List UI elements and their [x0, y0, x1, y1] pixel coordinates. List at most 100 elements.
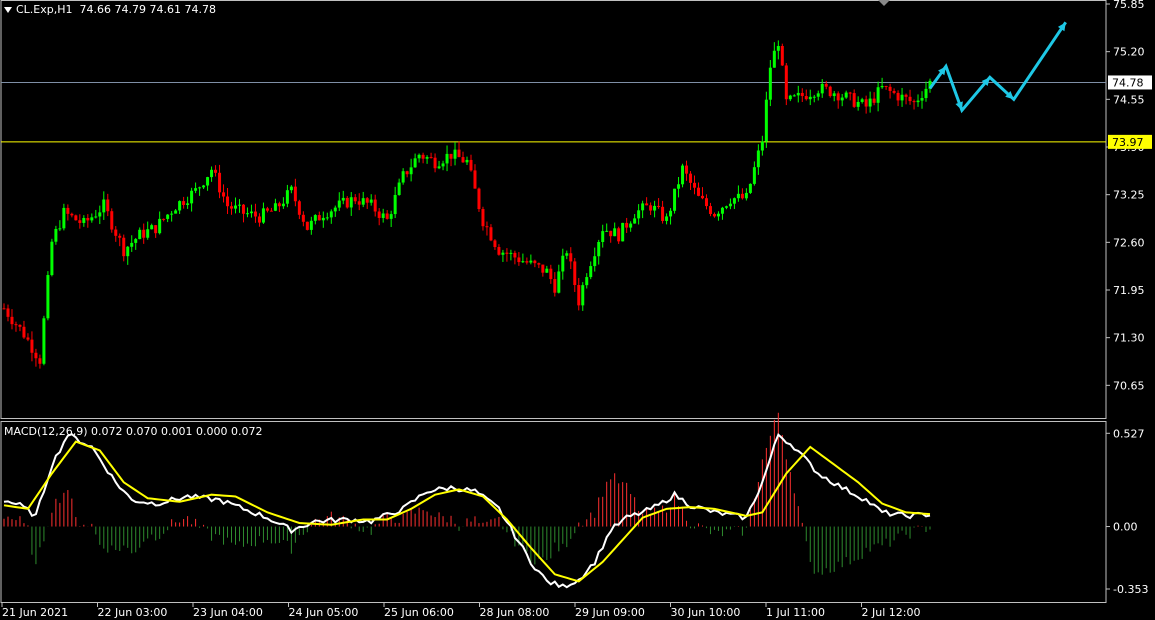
candle-body	[222, 192, 226, 197]
candle-body	[669, 210, 673, 217]
candle-body	[162, 218, 166, 220]
candle-body	[62, 207, 66, 229]
candle-body	[537, 263, 541, 265]
candle-body	[533, 260, 537, 264]
candle-body	[768, 67, 772, 100]
candle-body	[289, 186, 293, 191]
candle-body	[341, 197, 345, 201]
candle-body	[900, 94, 904, 101]
candle-body	[513, 252, 517, 258]
candle-body	[716, 213, 720, 217]
candle-body	[206, 177, 210, 186]
bid-price-label: 74.78	[1112, 76, 1144, 89]
candle-body	[94, 216, 98, 218]
candle-body	[677, 184, 681, 189]
candle-body	[784, 65, 788, 100]
candle-body	[485, 226, 489, 228]
candle-body	[776, 46, 780, 51]
candle-body	[569, 253, 573, 262]
candle-body	[505, 252, 509, 254]
candle-body	[633, 218, 637, 224]
candle-body	[425, 157, 429, 159]
candle-body	[389, 214, 393, 219]
candle-body	[756, 150, 760, 168]
price-tick-label: 73.25	[1113, 189, 1145, 202]
candle-body	[864, 99, 868, 107]
candle-body	[146, 229, 150, 238]
candle-body	[517, 257, 521, 263]
candle-body	[465, 159, 469, 163]
candle-body	[301, 214, 305, 222]
support-price-label: 73.97	[1112, 136, 1144, 149]
candle-body	[437, 166, 441, 169]
candle-body	[114, 229, 118, 236]
candle-body	[577, 285, 581, 306]
candle-body	[800, 92, 804, 97]
candle-body	[888, 86, 892, 91]
candle-body	[497, 247, 501, 255]
candle-body	[102, 199, 106, 213]
candle-body	[178, 201, 182, 211]
candle-body	[42, 318, 46, 364]
candle-body	[868, 98, 872, 107]
candle-body	[305, 221, 309, 230]
candle-body	[704, 198, 708, 207]
candle-body	[198, 187, 202, 189]
candle-body	[194, 188, 198, 191]
candle-body	[816, 93, 820, 97]
chevron-down-icon[interactable]	[4, 7, 12, 13]
time-tick-label: 24 Jun 05:00	[289, 606, 359, 619]
candle-body	[720, 207, 724, 214]
candle-body	[361, 198, 365, 205]
candle-body	[609, 230, 613, 237]
candle-body	[429, 157, 433, 159]
candle-body	[234, 205, 237, 209]
candle-body	[90, 217, 94, 221]
candle-body	[665, 216, 669, 221]
candle-body	[325, 217, 329, 219]
candle-body	[142, 229, 146, 238]
candle-body	[649, 205, 653, 211]
time-tick-label: 1 Jul 11:00	[766, 606, 825, 619]
candle-body	[916, 100, 920, 103]
candle-body	[78, 220, 82, 223]
candle-body	[357, 201, 361, 205]
candle-body	[329, 211, 333, 218]
candle-body	[828, 86, 832, 97]
candle-body	[333, 207, 337, 212]
candle-body	[321, 217, 325, 221]
candle-body	[796, 92, 800, 96]
candle-body	[489, 227, 493, 241]
candle-body	[605, 230, 609, 232]
time-tick-label: 21 Jun 2021	[2, 606, 68, 619]
candle-body	[509, 252, 513, 254]
time-tick-label: 29 Jun 09:00	[575, 606, 645, 619]
candle-body	[473, 170, 477, 189]
candle-body	[369, 199, 373, 203]
price-tick-label: 72.60	[1113, 236, 1145, 249]
candle-body	[673, 188, 677, 211]
candle-body	[449, 153, 453, 159]
candle-body	[860, 99, 864, 102]
candle-body	[281, 203, 285, 207]
candle-body	[365, 198, 369, 203]
trading-chart[interactable]: 75.8575.2074.5573.9073.2572.6071.9571.30…	[0, 0, 1155, 620]
candle-body	[700, 195, 704, 199]
candle-body	[253, 211, 257, 217]
candle-body	[629, 223, 633, 228]
candle-body	[269, 210, 273, 212]
candle-body	[557, 271, 561, 293]
candle-body	[309, 220, 313, 230]
candle-body	[824, 83, 828, 87]
candle-body	[385, 213, 389, 219]
candle-body	[377, 211, 381, 218]
candle-body	[110, 211, 114, 230]
candle-body	[106, 199, 110, 212]
candle-body	[764, 99, 768, 142]
candle-body	[697, 187, 700, 196]
candle-body	[856, 101, 860, 107]
candle-body	[66, 207, 70, 214]
candle-body	[685, 165, 689, 174]
candle-body	[265, 208, 269, 211]
candle-body	[70, 213, 74, 216]
